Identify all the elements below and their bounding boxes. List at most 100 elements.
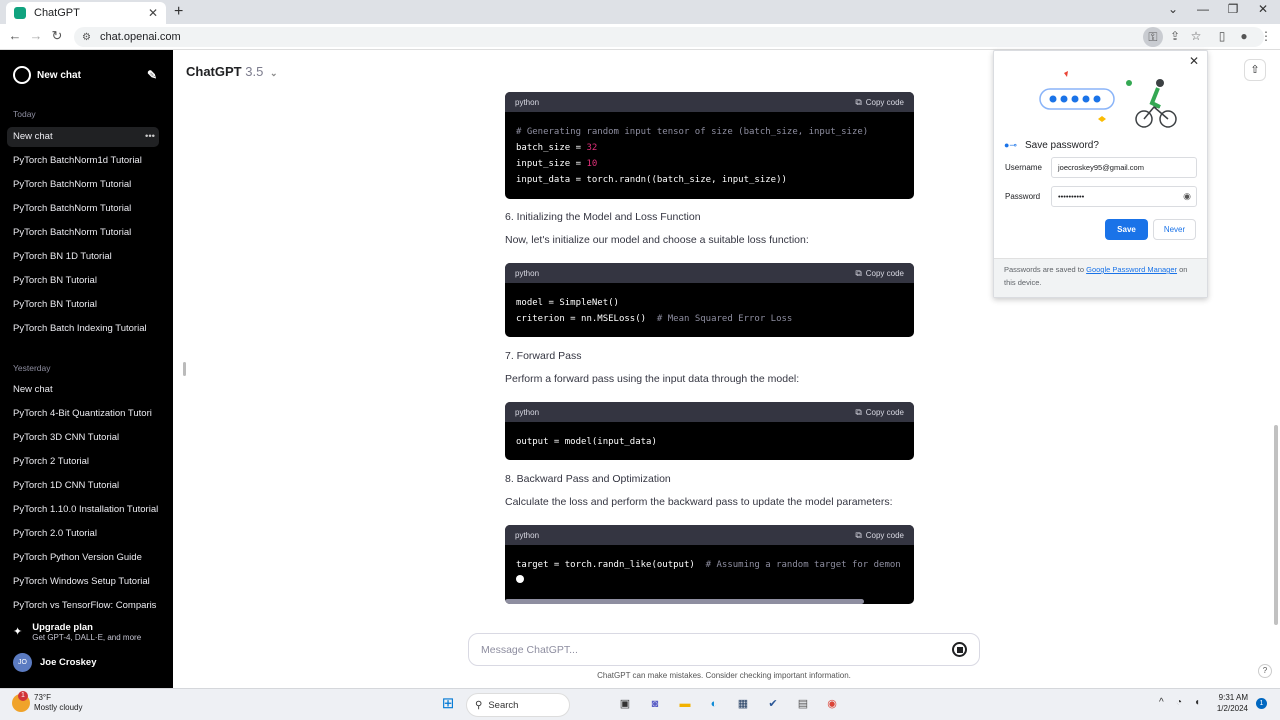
sidebar-item[interactable]: PyTorch BatchNorm Tutorial xyxy=(7,175,159,195)
code-language: python xyxy=(515,268,540,278)
vscode-icon[interactable]: ✔ xyxy=(764,695,782,713)
system-clock[interactable]: 9:31 AM 1/2/2024 xyxy=(1212,692,1248,714)
weather-desc: Mostly cloudy xyxy=(34,703,83,712)
sidebar-item[interactable]: PyTorch BN Tutorial xyxy=(7,295,159,315)
profile-icon[interactable]: ● xyxy=(1236,29,1252,43)
sidebar-item[interactable]: PyTorch 1D CNN Tutorial xyxy=(7,476,159,496)
avatar: JO xyxy=(13,653,32,672)
code-line: target = torch.randn_like(output) xyxy=(516,560,706,570)
windows-start-icon[interactable]: ⊞ xyxy=(439,695,457,713)
new-chat-button[interactable]: New chat ✎ xyxy=(13,66,157,84)
sidebar-item[interactable]: PyTorch Python Version Guide xyxy=(7,548,159,568)
stop-icon xyxy=(956,646,963,653)
password-manager-link[interactable]: Google Password Manager xyxy=(1086,265,1177,274)
sparkle-icon: ✦ xyxy=(13,626,23,638)
copy-code-button[interactable]: ⧉ Copy code xyxy=(855,530,904,541)
sidebar-item-new-chat[interactable]: New chat ••• xyxy=(7,127,159,147)
sidebar-item[interactable]: PyTorch BatchNorm Tutorial xyxy=(7,199,159,219)
save-button[interactable]: Save xyxy=(1105,219,1148,240)
username-label: Username xyxy=(1005,163,1042,172)
tab-search-icon[interactable]: ⌄ xyxy=(1158,2,1188,16)
bookmark-star-icon[interactable]: ☆ xyxy=(1188,29,1204,43)
sidebar-item[interactable]: PyTorch BN 1D Tutorial xyxy=(7,247,159,267)
weather-icon: 1 xyxy=(12,691,30,712)
sidebar-resize-handle[interactable] xyxy=(183,362,186,376)
model-selector[interactable]: ChatGPT 3.5 ⌄ xyxy=(186,64,278,79)
copy-code-button[interactable]: ⧉ Copy code xyxy=(855,268,904,279)
stop-generating-button[interactable] xyxy=(952,642,967,657)
model-name: ChatGPT xyxy=(186,64,242,79)
share-page-icon[interactable]: ⇪ xyxy=(1167,29,1183,43)
maximize-icon[interactable]: ❐ xyxy=(1218,2,1248,16)
code-number: 10 xyxy=(586,159,598,169)
notification-badge[interactable]: 1 xyxy=(1256,698,1267,709)
code-header: python ⧉ Copy code xyxy=(505,263,914,283)
vertical-scrollbar[interactable] xyxy=(1274,425,1278,625)
upgrade-plan-button[interactable]: ✦ Upgrade plan Get GPT-4, DALL·E, and mo… xyxy=(13,622,141,642)
browser-tab[interactable]: ChatGPT ✕ xyxy=(6,2,166,24)
copy-code-button[interactable]: ⧉ Copy code xyxy=(855,407,904,418)
sidebar-item[interactable]: PyTorch 1.10.0 Installation Tutorial xyxy=(7,500,159,520)
new-tab-icon[interactable]: + xyxy=(174,3,183,21)
back-icon[interactable]: ← xyxy=(6,28,24,43)
sidebar-item[interactable]: PyTorch 2.0 Tutorial xyxy=(7,524,159,544)
minimize-icon[interactable]: — xyxy=(1188,2,1218,16)
reload-icon[interactable]: ↻ xyxy=(48,28,66,44)
user-menu[interactable]: JO Joe Croskey xyxy=(13,653,97,672)
more-options-icon[interactable]: ••• xyxy=(145,127,155,147)
message-input[interactable]: Message ChatGPT... xyxy=(468,633,980,666)
url-field[interactable]: ⚙ chat.openai.com xyxy=(74,27,1264,47)
username-value: joecroskey95@gmail.com xyxy=(1058,163,1144,172)
sidebar-item-label: New chat xyxy=(13,131,53,142)
close-window-icon[interactable]: ✕ xyxy=(1248,2,1278,16)
weather-widget[interactable]: 1 73°F Mostly cloudy xyxy=(12,691,83,713)
code-block: python ⧉ Copy code model = SimpleNet() cr… xyxy=(505,263,914,337)
help-button[interactable]: ? xyxy=(1258,664,1272,678)
openai-logo-icon xyxy=(13,66,31,84)
code-header: python ⧉ Copy code xyxy=(505,402,914,422)
code-line: criterion = nn.MSELoss() xyxy=(516,314,657,324)
task-view-icon[interactable]: ▣ xyxy=(616,695,634,713)
site-info-icon[interactable]: ⚙ xyxy=(82,32,92,43)
sidebar-item[interactable]: PyTorch Windows Setup Tutorial xyxy=(7,572,159,592)
never-button[interactable]: Never xyxy=(1153,219,1196,240)
teams-chat-icon[interactable]: ◙ xyxy=(646,695,664,713)
yesterday-label: Yesterday xyxy=(13,363,51,373)
app-icon[interactable]: ▤ xyxy=(794,695,812,713)
edit-icon[interactable]: ✎ xyxy=(147,68,157,82)
copy-code-button[interactable]: ⧉ Copy code xyxy=(855,97,904,108)
sidebar-item[interactable]: PyTorch BatchNorm Tutorial xyxy=(7,223,159,243)
sidebar-item[interactable]: PyTorch 2 Tutorial xyxy=(7,452,159,472)
sidebar-item[interactable]: PyTorch vs TensorFlow: Comparis xyxy=(7,596,159,616)
taskbar-search[interactable]: ⚲ Search xyxy=(466,693,570,717)
show-password-eye-icon[interactable]: ◉ xyxy=(1183,187,1191,206)
horizontal-scrollbar[interactable] xyxy=(505,599,864,604)
close-tab-icon[interactable]: ✕ xyxy=(148,6,158,20)
sidebar-item[interactable]: PyTorch 3D CNN Tutorial xyxy=(7,428,159,448)
sidebar-item[interactable]: New chat xyxy=(7,380,159,400)
sidebar-item[interactable]: PyTorch BN Tutorial xyxy=(7,271,159,291)
message-placeholder: Message ChatGPT... xyxy=(481,643,578,656)
sidebar-item[interactable]: PyTorch BatchNorm1d Tutorial xyxy=(7,151,159,171)
share-icon[interactable]: ⇧ xyxy=(1244,59,1266,81)
side-panel-icon[interactable]: ▯ xyxy=(1214,29,1230,43)
password-key-icon[interactable]: ⚿ xyxy=(1143,27,1163,47)
username-field[interactable]: joecroskey95@gmail.com xyxy=(1051,157,1197,178)
store-icon[interactable]: ▦ xyxy=(734,695,752,713)
wifi-icon[interactable]: ◔ xyxy=(1176,697,1182,708)
edge-icon[interactable]: ◐ xyxy=(705,695,723,713)
tray-chevron-icon[interactable]: ^ xyxy=(1159,697,1164,708)
sidebar-item[interactable]: PyTorch Batch Indexing Tutorial xyxy=(7,319,159,339)
menu-icon[interactable]: ⋮ xyxy=(1258,29,1274,43)
forward-icon[interactable]: → xyxy=(27,28,45,43)
address-bar: ← → ↻ ⚙ chat.openai.com ⚿ ⇪ ☆ ▯ ● ⋮ xyxy=(0,24,1280,50)
disclaimer: ChatGPT can make mistakes. Consider chec… xyxy=(597,671,851,680)
file-explorer-icon[interactable]: ▬ xyxy=(676,695,694,713)
close-icon[interactable]: ✕ xyxy=(1189,54,1199,68)
password-field[interactable]: •••••••••• ◉ xyxy=(1051,186,1197,207)
volume-icon[interactable]: ◖ xyxy=(1194,697,1200,708)
sidebar-item[interactable]: PyTorch 4-Bit Quantization Tutori xyxy=(7,404,159,424)
code-line: model = SimpleNet() xyxy=(516,298,619,308)
chrome-icon[interactable]: ◉ xyxy=(823,695,841,713)
code-content: target = torch.randn_like(output) # Assu… xyxy=(505,545,914,597)
